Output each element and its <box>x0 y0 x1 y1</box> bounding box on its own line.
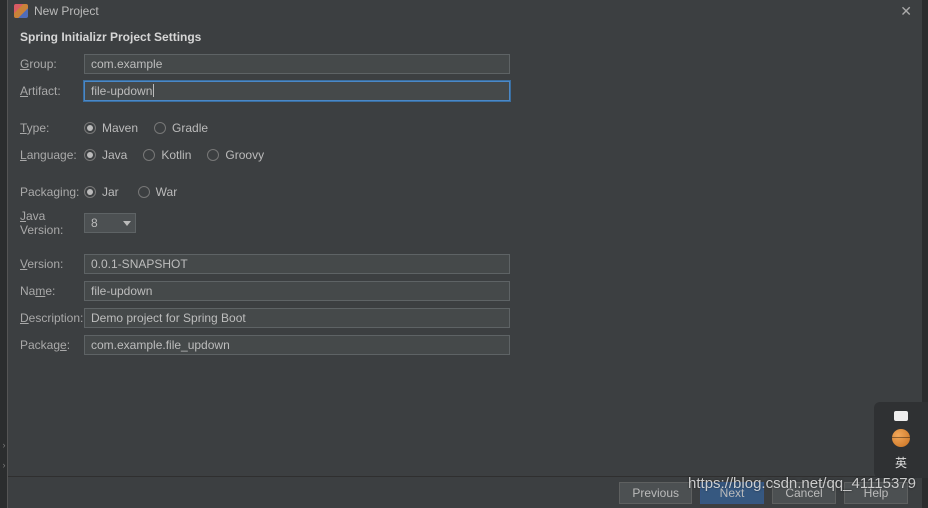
radio-dot-icon <box>84 186 96 198</box>
label-java-version: Java Version: <box>20 209 84 237</box>
radio-dot-icon <box>84 122 96 134</box>
artifact-input[interactable]: file-updown <box>84 81 510 101</box>
ime-indicator: 英 <box>895 454 907 471</box>
next-button[interactable]: Next <box>700 482 764 504</box>
titlebar: New Project ✕ <box>8 0 922 22</box>
floating-widget[interactable]: 英 <box>874 402 928 478</box>
radio-lang-kotlin[interactable]: Kotlin <box>143 148 191 162</box>
radio-dot-icon <box>143 149 155 161</box>
chevron-down-icon <box>123 221 131 226</box>
label-description: Description: <box>20 311 84 325</box>
app-icon <box>14 4 28 18</box>
radio-label: Java <box>102 148 127 162</box>
name-input[interactable]: file-updown <box>84 281 510 301</box>
label-name: Name: <box>20 284 84 298</box>
group-input[interactable]: com.example <box>84 54 510 74</box>
java-version-value: 8 <box>91 216 98 230</box>
radio-label: Maven <box>102 121 138 135</box>
radio-pack-jar[interactable]: Jar <box>84 185 119 199</box>
package-input[interactable]: com.example.file_updown <box>84 335 510 355</box>
form: Group: com.example Artifact: file-updown… <box>8 54 922 362</box>
ide-left-gutter: › › <box>0 0 8 508</box>
java-version-select[interactable]: 8 <box>84 213 136 233</box>
radio-type-gradle[interactable]: Gradle <box>154 121 208 135</box>
label-group: Group: <box>20 57 84 71</box>
radio-label: Groovy <box>225 148 264 162</box>
radio-pack-war[interactable]: War <box>138 185 178 199</box>
previous-button[interactable]: Previous <box>619 482 692 504</box>
label-type: Type: <box>20 121 84 135</box>
radio-lang-groovy[interactable]: Groovy <box>207 148 264 162</box>
shirt-icon <box>892 409 910 423</box>
label-language: Language: <box>20 148 84 162</box>
window-title: New Project <box>34 4 896 18</box>
radio-lang-java[interactable]: Java <box>84 148 127 162</box>
radio-dot-icon <box>84 149 96 161</box>
version-input[interactable]: 0.0.1-SNAPSHOT <box>84 254 510 274</box>
help-button[interactable]: Help <box>844 482 908 504</box>
radio-dot-icon <box>154 122 166 134</box>
label-package: Package: <box>20 338 84 352</box>
radio-label: Jar <box>102 185 119 199</box>
close-icon[interactable]: ✕ <box>896 3 916 20</box>
radio-dot-icon <box>207 149 219 161</box>
radio-type-maven[interactable]: Maven <box>84 121 138 135</box>
text-caret <box>153 84 154 97</box>
cancel-button[interactable]: Cancel <box>772 482 836 504</box>
radio-label: War <box>156 185 178 199</box>
artifact-value: file-updown <box>91 84 152 98</box>
radio-label: Gradle <box>172 121 208 135</box>
dialog-footer: Previous Next Cancel Help <box>8 476 922 508</box>
description-input[interactable]: Demo project for Spring Boot <box>84 308 510 328</box>
new-project-dialog: New Project ✕ Spring Initializr Project … <box>8 0 922 508</box>
radio-label: Kotlin <box>161 148 191 162</box>
basketball-icon <box>892 429 910 447</box>
page-subtitle: Spring Initializr Project Settings <box>8 22 922 54</box>
label-packaging: Packaging: <box>20 185 84 199</box>
label-version: Version: <box>20 257 84 271</box>
label-artifact: Artifact: <box>20 84 84 98</box>
radio-dot-icon <box>138 186 150 198</box>
